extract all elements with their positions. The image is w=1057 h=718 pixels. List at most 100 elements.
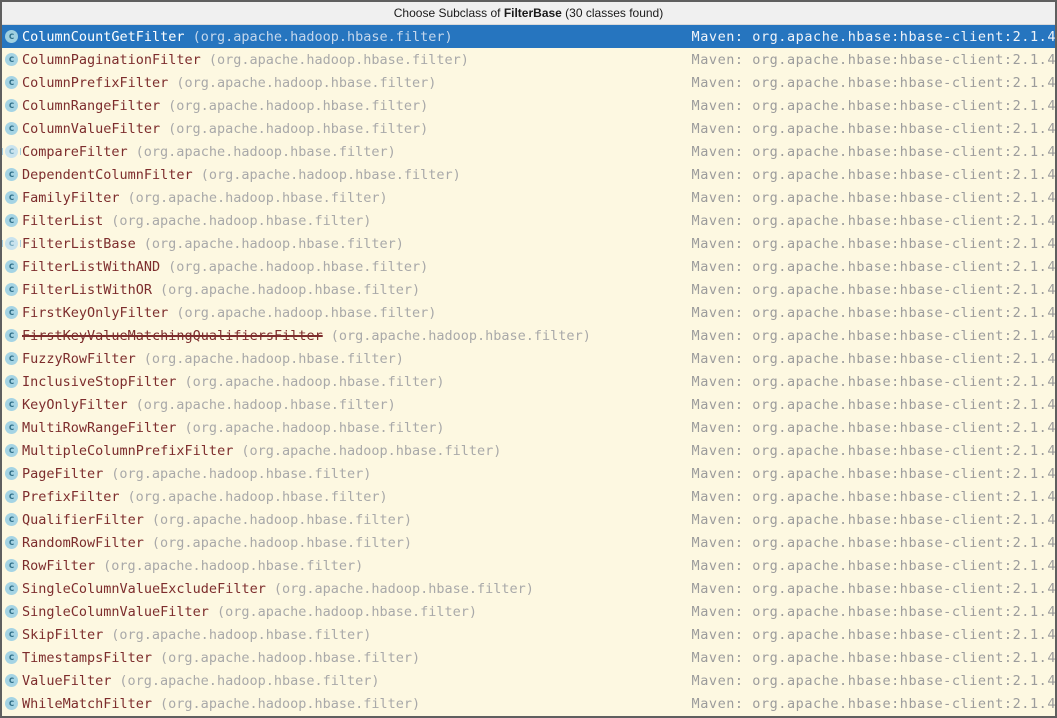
- package-name: (org.apache.hadoop.hbase.filter): [200, 166, 461, 183]
- class-icon: c: [5, 352, 18, 365]
- package-name: (org.apache.hadoop.hbase.filter): [135, 143, 396, 160]
- class-list-item[interactable]: c PageFilter (org.apache.hadoop.hbase.fi…: [2, 462, 1055, 485]
- maven-location: Maven: org.apache.hbase:hbase-client:2.1…: [691, 557, 1055, 574]
- class-list-item[interactable]: c SingleColumnValueFilter (org.apache.ha…: [2, 600, 1055, 623]
- package-name: (org.apache.hadoop.hbase.filter): [168, 120, 429, 137]
- package-name: (org.apache.hadoop.hbase.filter): [241, 442, 502, 459]
- class-list-item[interactable]: c DependentColumnFilter (org.apache.hado…: [2, 163, 1055, 186]
- package-name: (org.apache.hadoop.hbase.filter): [184, 419, 445, 436]
- class-list-item[interactable]: c FamilyFilter (org.apache.hadoop.hbase.…: [2, 186, 1055, 209]
- class-name: ColumnPaginationFilter: [22, 51, 201, 68]
- class-name: FirstKeyOnlyFilter: [22, 304, 169, 321]
- popup-title: Choose Subclass of FilterBase (30 classe…: [2, 2, 1055, 25]
- class-list-item[interactable]: c FilterListWithAND (org.apache.hadoop.h…: [2, 255, 1055, 278]
- class-list-item[interactable]: c MultiRowRangeFilter (org.apache.hadoop…: [2, 416, 1055, 439]
- title-prefix: Choose Subclass of: [393, 6, 504, 20]
- maven-location: Maven: org.apache.hbase:hbase-client:2.1…: [691, 488, 1055, 505]
- package-name: (org.apache.hadoop.hbase.filter): [176, 304, 437, 321]
- title-suffix: (30 classes found): [561, 6, 664, 20]
- package-name: (org.apache.hadoop.hbase.filter): [168, 97, 429, 114]
- class-list-item[interactable]: c RowFilter (org.apache.hadoop.hbase.fil…: [2, 554, 1055, 577]
- maven-location: Maven: org.apache.hbase:hbase-client:2.1…: [691, 189, 1055, 206]
- class-name: SingleColumnValueFilter: [22, 603, 209, 620]
- class-name: RandomRowFilter: [22, 534, 144, 551]
- class-list-item[interactable]: c MultipleColumnPrefixFilter (org.apache…: [2, 439, 1055, 462]
- package-name: (org.apache.hadoop.hbase.filter): [208, 51, 469, 68]
- class-name: FilterListWithOR: [22, 281, 153, 298]
- class-list-item[interactable]: c FilterListWithOR (org.apache.hadoop.hb…: [2, 278, 1055, 301]
- class-list-item[interactable]: c KeyOnlyFilter (org.apache.hadoop.hbase…: [2, 393, 1055, 416]
- package-name: (org.apache.hadoop.hbase.filter): [111, 626, 372, 643]
- class-list-item[interactable]: c QualifierFilter (org.apache.hadoop.hba…: [2, 508, 1055, 531]
- package-name: (org.apache.hadoop.hbase.filter): [127, 488, 388, 505]
- maven-location: Maven: org.apache.hbase:hbase-client:2.1…: [691, 258, 1055, 275]
- class-icon: c: [5, 582, 18, 595]
- class-list-item[interactable]: c ColumnCountGetFilter (org.apache.hadoo…: [2, 25, 1055, 48]
- maven-location: Maven: org.apache.hbase:hbase-client:2.1…: [691, 580, 1055, 597]
- class-list-item[interactable]: c SingleColumnValueExcludeFilter (org.ap…: [2, 577, 1055, 600]
- maven-location: Maven: org.apache.hbase:hbase-client:2.1…: [691, 281, 1055, 298]
- class-name: InclusiveStopFilter: [22, 373, 177, 390]
- class-name: FuzzyRowFilter: [22, 350, 136, 367]
- class-icon: c: [5, 30, 18, 43]
- class-list-item[interactable]: c ColumnPaginationFilter (org.apache.had…: [2, 48, 1055, 71]
- class-name: MultiRowRangeFilter: [22, 419, 177, 436]
- class-list-item[interactable]: c FuzzyRowFilter (org.apache.hadoop.hbas…: [2, 347, 1055, 370]
- class-list-item[interactable]: c FirstKeyValueMatchingQualifiersFilter …: [2, 324, 1055, 347]
- maven-location: Maven: org.apache.hbase:hbase-client:2.1…: [691, 166, 1055, 183]
- class-name: PrefixFilter: [22, 488, 120, 505]
- class-list-item[interactable]: c WhileMatchFilter (org.apache.hadoop.hb…: [2, 692, 1055, 715]
- class-icon: c: [5, 674, 18, 687]
- package-name: (org.apache.hadoop.hbase.filter): [160, 281, 421, 298]
- package-name: (org.apache.hadoop.hbase.filter): [151, 534, 413, 551]
- maven-location: Maven: org.apache.hbase:hbase-client:2.1…: [691, 626, 1055, 643]
- package-name: (org.apache.hadoop.hbase.filter): [127, 189, 388, 206]
- class-icon: c: [5, 53, 18, 66]
- class-name: QualifierFilter: [22, 511, 144, 528]
- class-list-item[interactable]: c ColumnPrefixFilter (org.apache.hadoop.…: [2, 71, 1055, 94]
- class-icon: c: [5, 260, 18, 273]
- class-icon: c: [5, 191, 18, 204]
- class-name: KeyOnlyFilter: [22, 396, 128, 413]
- class-list-item[interactable]: c FirstKeyOnlyFilter (org.apache.hadoop.…: [2, 301, 1055, 324]
- class-name: RowFilter: [22, 557, 96, 574]
- maven-location: Maven: org.apache.hbase:hbase-client:2.1…: [691, 120, 1055, 137]
- package-name: (org.apache.hadoop.hbase.filter): [151, 511, 413, 528]
- class-list-item[interactable]: c TimestampsFilter (org.apache.hadoop.hb…: [2, 646, 1055, 669]
- class-list-item[interactable]: c PrefixFilter (org.apache.hadoop.hbase.…: [2, 485, 1055, 508]
- class-name: CompareFilter: [22, 143, 128, 160]
- class-name: SingleColumnValueExcludeFilter: [22, 580, 266, 597]
- class-name: DependentColumnFilter: [22, 166, 193, 183]
- class-list-item[interactable]: c FilterList (org.apache.hadoop.hbase.fi…: [2, 209, 1055, 232]
- class-icon: c: [2, 237, 21, 250]
- class-list-item[interactable]: c InclusiveStopFilter (org.apache.hadoop…: [2, 370, 1055, 393]
- class-list-item[interactable]: c RandomRowFilter (org.apache.hadoop.hba…: [2, 531, 1055, 554]
- maven-location: Maven: org.apache.hbase:hbase-client:2.1…: [691, 465, 1055, 482]
- package-name: (org.apache.hadoop.hbase.filter): [184, 373, 445, 390]
- maven-location: Maven: org.apache.hbase:hbase-client:2.1…: [691, 74, 1055, 91]
- maven-location: Maven: org.apache.hbase:hbase-client:2.1…: [691, 442, 1055, 459]
- class-list-item[interactable]: c SkipFilter (org.apache.hadoop.hbase.fi…: [2, 623, 1055, 646]
- package-name: (org.apache.hadoop.hbase.filter): [160, 695, 421, 712]
- maven-location: Maven: org.apache.hbase:hbase-client:2.1…: [691, 51, 1055, 68]
- class-icon: c: [5, 168, 18, 181]
- class-icon: c: [5, 467, 18, 480]
- package-name: (org.apache.hadoop.hbase.filter): [330, 327, 591, 344]
- maven-location: Maven: org.apache.hbase:hbase-client:2.1…: [691, 212, 1055, 229]
- class-icon: c: [5, 490, 18, 503]
- class-list-item[interactable]: c ColumnRangeFilter (org.apache.hadoop.h…: [2, 94, 1055, 117]
- maven-location: Maven: org.apache.hbase:hbase-client:2.1…: [691, 235, 1055, 252]
- package-name: (org.apache.hadoop.hbase.filter): [143, 235, 404, 252]
- class-icon: c: [5, 99, 18, 112]
- class-list-item[interactable]: c ColumnValueFilter (org.apache.hadoop.h…: [2, 117, 1055, 140]
- class-icon: c: [5, 628, 18, 641]
- class-list-item[interactable]: c CompareFilter (org.apache.hadoop.hbase…: [2, 140, 1055, 163]
- class-icon: c: [2, 145, 21, 158]
- maven-location: Maven: org.apache.hbase:hbase-client:2.1…: [691, 672, 1055, 689]
- class-name: FirstKeyValueMatchingQualifiersFilter: [22, 327, 323, 344]
- class-name: ColumnPrefixFilter: [22, 74, 169, 91]
- class-list-item[interactable]: c FilterListBase (org.apache.hadoop.hbas…: [2, 232, 1055, 255]
- class-name: SkipFilter: [22, 626, 104, 643]
- maven-location: Maven: org.apache.hbase:hbase-client:2.1…: [691, 511, 1055, 528]
- class-list-item[interactable]: c ValueFilter (org.apache.hadoop.hbase.f…: [2, 669, 1055, 692]
